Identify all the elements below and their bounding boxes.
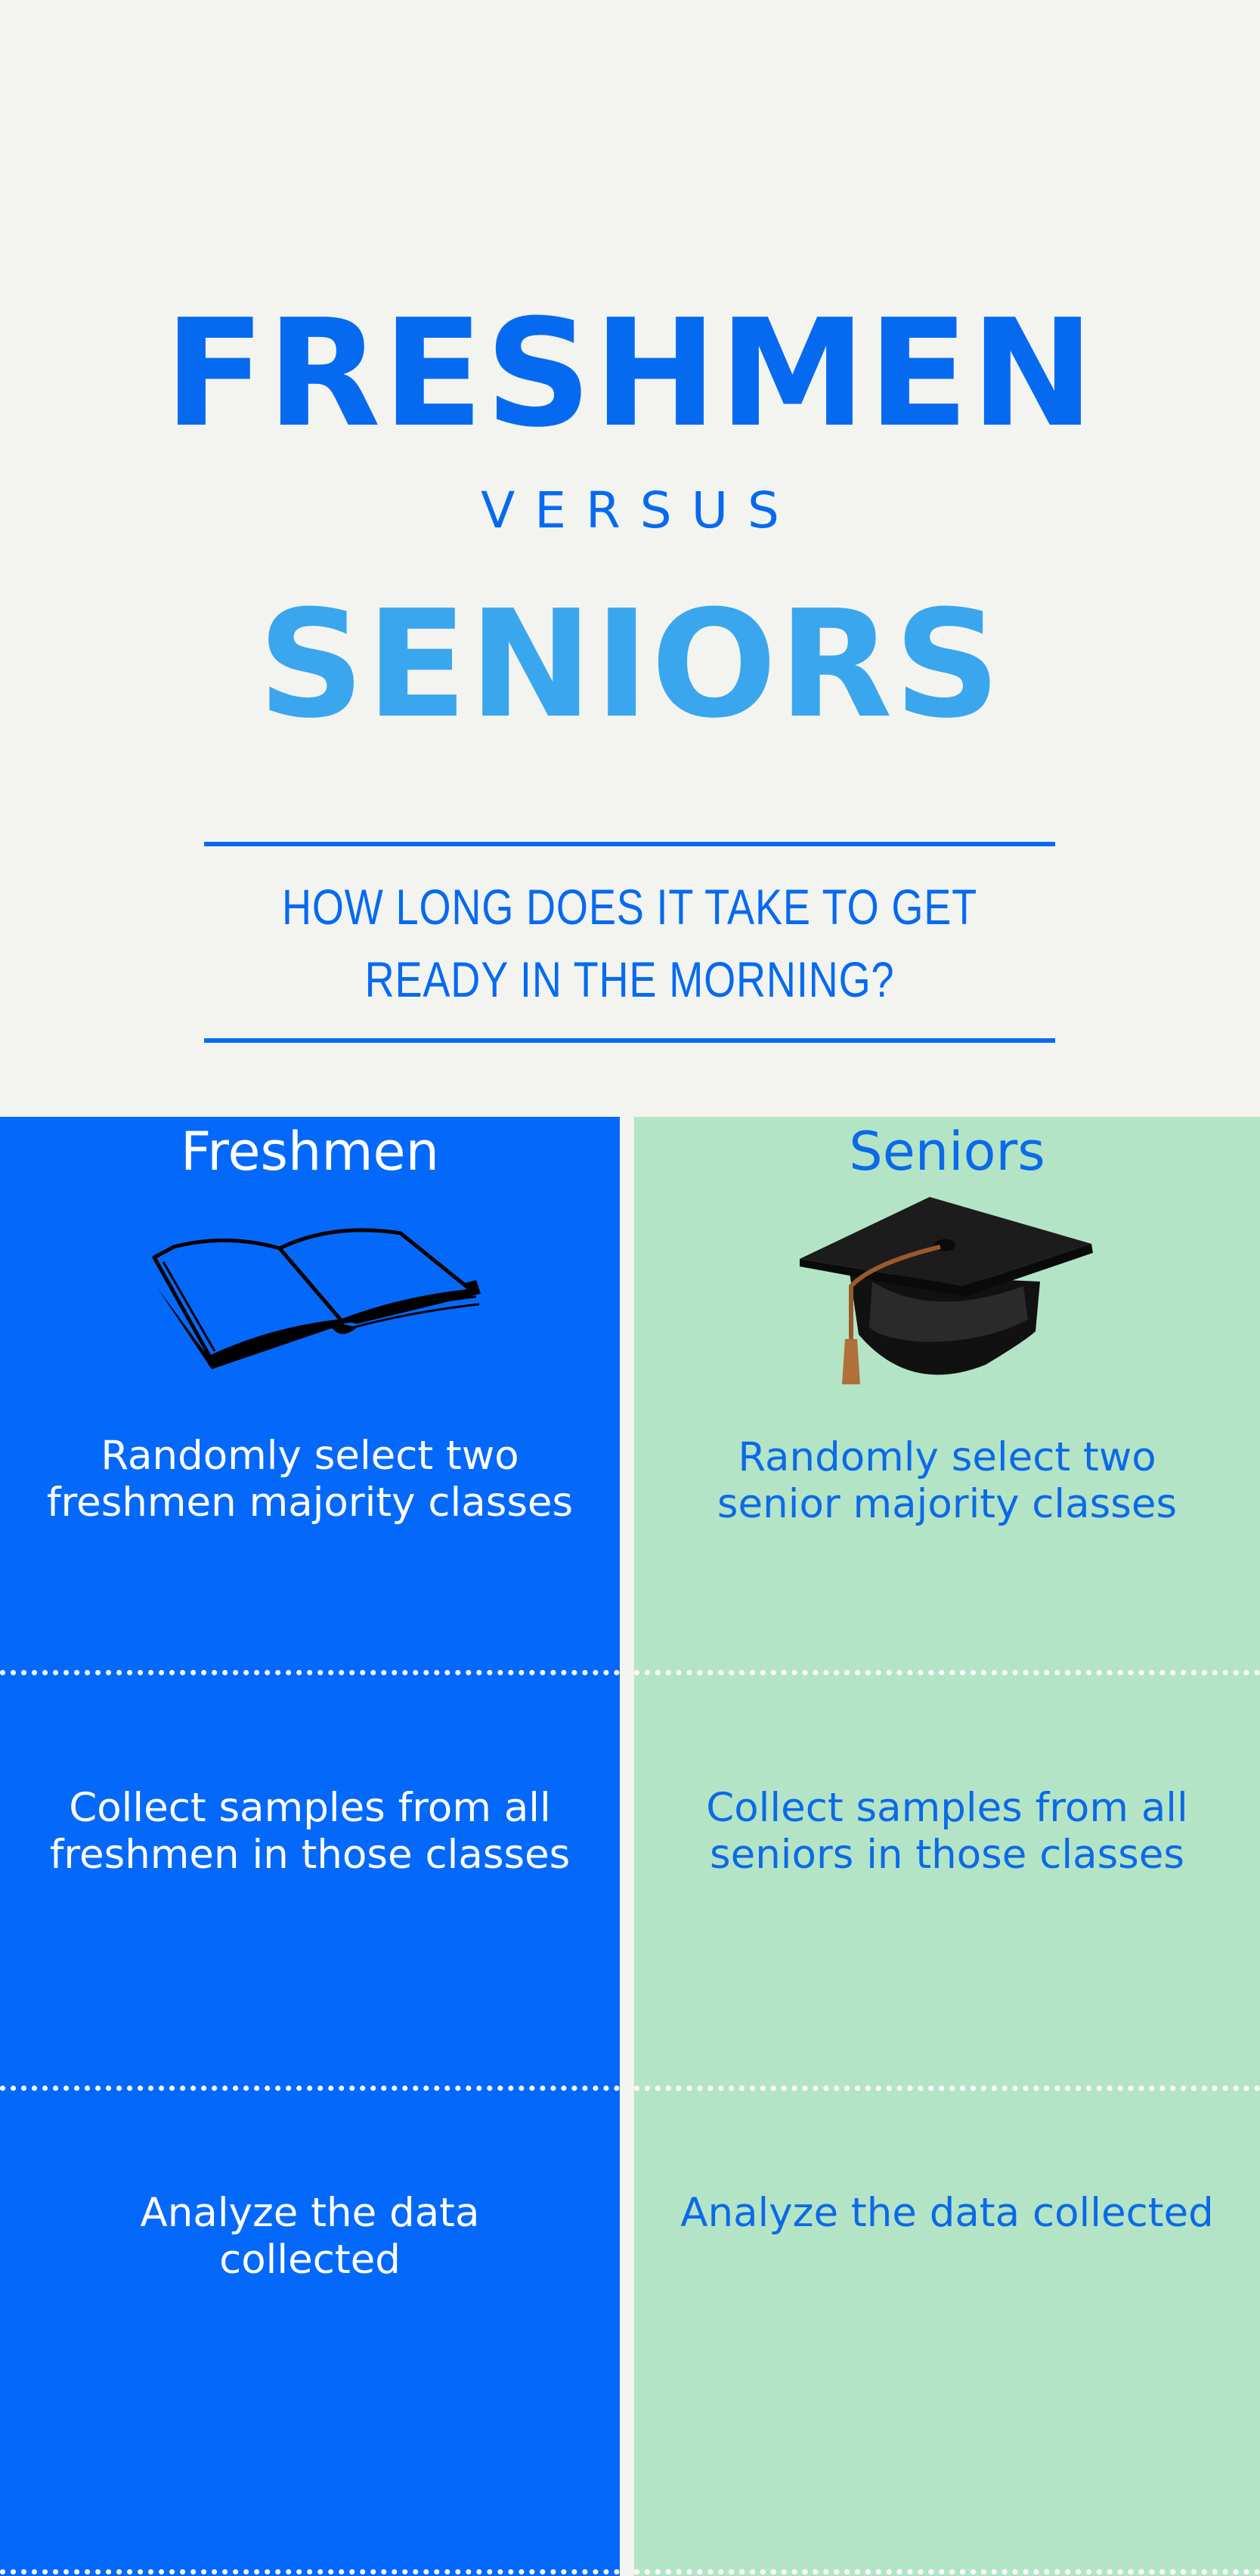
title-seniors: SENIORS — [258, 579, 1002, 751]
question-text: HOW LONG DOES IT TAKE TO GET READY IN TH… — [281, 879, 978, 1007]
freshmen-step-1: Randomly select two freshmen majority cl… — [46, 1433, 574, 1526]
seniors-divider-3 — [634, 2569, 1260, 2574]
seniors-step-1: Randomly select two senior majority clas… — [717, 1434, 1178, 1527]
graduation-cap-icon — [797, 1191, 1099, 1387]
freshmen-divider-2 — [0, 2086, 620, 2091]
divider-top — [204, 842, 1055, 846]
seniors-column-title: Seniors — [849, 1121, 1045, 1183]
divider-bottom — [204, 1038, 1055, 1043]
freshmen-divider-3 — [0, 2569, 620, 2574]
seniors-divider-2 — [634, 2086, 1260, 2091]
seniors-step-2: Collect samples from all seniors in thos… — [706, 1785, 1188, 1878]
open-book-icon — [151, 1208, 484, 1389]
seniors-divider-1 — [634, 1670, 1260, 1675]
freshmen-column-title: Freshmen — [181, 1121, 439, 1183]
freshmen-step-2: Collect samples from all freshmen in tho… — [49, 1785, 571, 1878]
title-versus: VERSUS — [481, 481, 799, 540]
header-section: FRESHMEN VERSUS SENIORS HOW LONG DOES IT… — [0, 0, 1260, 1117]
seniors-step-3: Analyze the data collected — [680, 2190, 1214, 2236]
freshmen-step-3: Analyze the data collected — [140, 2190, 480, 2283]
title-freshmen: FRESHMEN — [164, 288, 1096, 460]
freshmen-divider-1 — [0, 1670, 620, 1675]
